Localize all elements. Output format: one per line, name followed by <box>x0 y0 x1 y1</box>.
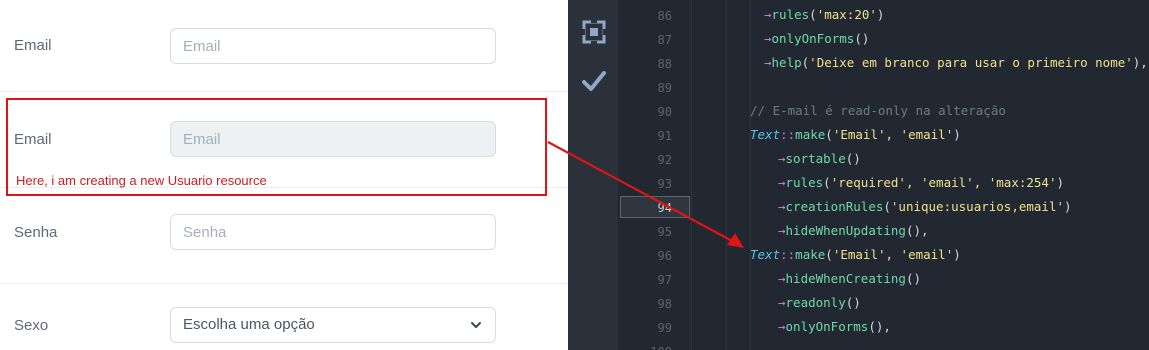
code-line: →hideWhenCreating() <box>778 271 921 286</box>
field-label: Sexo <box>14 317 49 334</box>
chain-arrow: → <box>778 199 786 214</box>
code-line: →hideWhenUpdating(), <box>778 223 929 238</box>
method-name: onlyOnForms <box>785 319 869 334</box>
arguments: 'Deixe em branco para usar o primeiro no… <box>809 55 1133 70</box>
paren-open: ( <box>825 247 833 262</box>
paren-open: ( <box>868 319 876 334</box>
code-comment: // E-mail é read-only na alteração <box>750 103 1006 118</box>
method-name: rules <box>771 7 810 22</box>
chain-arrow: → <box>778 151 786 166</box>
gender-select[interactable]: Escolha uma opção <box>170 307 496 343</box>
method-name: make <box>795 247 826 262</box>
code-line: Text::make('Email', 'email') <box>750 247 961 262</box>
method-name: creationRules <box>785 199 884 214</box>
code-editor: 86 87 88 89 90 91 92 93 94 95 96 97 98 9… <box>568 0 1149 350</box>
code-line: →help('Deixe em branco para usar o prime… <box>764 55 1148 70</box>
paren-open: ( <box>854 31 862 46</box>
code-line: →rules('required', 'email', 'max:254') <box>778 175 1064 190</box>
checkmark-icon[interactable] <box>581 68 607 94</box>
paren-open: ( <box>809 7 817 22</box>
line-number: 96 <box>657 249 672 263</box>
form-row-email: Email <box>0 0 568 92</box>
activity-bar <box>568 0 618 350</box>
annotation-highlight-box <box>6 98 547 196</box>
arguments: 'required', 'email', 'max:254' <box>830 175 1057 190</box>
chain-arrow: → <box>764 55 772 70</box>
line-number-active: 94 <box>657 201 672 215</box>
paren-close: ), <box>875 319 891 334</box>
paren-open: ( <box>823 175 831 190</box>
code-area[interactable]: →rules('max:20') →onlyOnForms() →help('D… <box>698 0 1149 350</box>
code-line: →sortable() <box>778 151 861 166</box>
field-label: Email <box>14 37 52 54</box>
line-number: 86 <box>657 9 672 23</box>
field-label: Senha <box>14 224 58 241</box>
paren-close: ) <box>953 247 961 262</box>
line-number: 98 <box>657 297 672 311</box>
paren-open: ( <box>883 199 891 214</box>
arguments: 'Email', 'email' <box>832 247 954 262</box>
arguments: 'unique:usuarios,email' <box>890 199 1064 214</box>
method-name: readonly <box>785 295 846 310</box>
method-name: hideWhenUpdating <box>785 223 906 238</box>
code-line: →rules('max:20') <box>764 7 884 22</box>
paren-close: ) <box>853 295 861 310</box>
chain-arrow: → <box>778 295 786 310</box>
chain-arrow: → <box>778 223 786 238</box>
code-line: Text::make('Email', 'email') <box>750 127 961 142</box>
email-input[interactable] <box>170 28 496 64</box>
form-row-sexo: Sexo Escolha uma opção <box>0 284 568 350</box>
chevron-down-icon <box>471 322 481 328</box>
method-name: onlyOnForms <box>771 31 855 46</box>
method-name: hideWhenCreating <box>785 271 906 286</box>
arguments: 'max:20' <box>816 7 877 22</box>
paren-open: ( <box>825 127 833 142</box>
resource-form: Email Email Here, i am creating a new Us… <box>0 0 568 350</box>
select-value: Escolha uma opção <box>183 316 315 333</box>
paren-close: ) <box>913 271 922 286</box>
paren-close: ) <box>861 31 870 46</box>
code-line: →readonly() <box>778 295 861 310</box>
line-number: 93 <box>657 177 672 191</box>
scope-operator: :: <box>780 247 796 262</box>
chain-arrow: → <box>778 271 786 286</box>
frame-select-icon[interactable] <box>581 19 607 45</box>
chain-arrow: → <box>778 175 786 190</box>
form-row-senha: Senha <box>0 188 568 284</box>
method-name: rules <box>785 175 824 190</box>
paren-close: ) <box>953 127 961 142</box>
code-line: →onlyOnForms(), <box>778 319 891 334</box>
method-name: make <box>795 127 826 142</box>
chain-arrow: → <box>764 31 772 46</box>
method-name: sortable <box>785 151 846 166</box>
line-number: 88 <box>657 57 672 71</box>
line-number: 89 <box>657 81 672 95</box>
line-number: 90 <box>657 105 672 119</box>
class-name: Text <box>750 127 781 142</box>
line-number: 99 <box>657 321 672 335</box>
class-name: Text <box>750 247 781 262</box>
paren-close: ), <box>913 223 929 238</box>
arguments: 'Email', 'email' <box>832 127 954 142</box>
paren-close: ), <box>1132 55 1148 70</box>
line-number: 97 <box>657 273 672 287</box>
code-line: →onlyOnForms() <box>764 31 869 46</box>
line-number: 92 <box>657 153 672 167</box>
code-line: // E-mail é read-only na alteração <box>750 103 1006 118</box>
scope-operator: :: <box>780 127 796 142</box>
line-number: 100 <box>622 345 672 350</box>
paren-close: ) <box>853 151 861 166</box>
line-number: 95 <box>657 225 672 239</box>
chain-arrow: → <box>778 319 786 334</box>
password-input[interactable] <box>170 214 496 250</box>
paren-close: ) <box>876 7 885 22</box>
line-number: 87 <box>657 33 672 47</box>
line-number: 91 <box>657 129 672 143</box>
chain-arrow: → <box>764 7 772 22</box>
paren-close: ) <box>1056 175 1065 190</box>
method-name: help <box>771 55 802 70</box>
code-line: →creationRules('unique:usuarios,email') <box>778 199 1072 214</box>
paren-close: ) <box>1064 199 1072 214</box>
